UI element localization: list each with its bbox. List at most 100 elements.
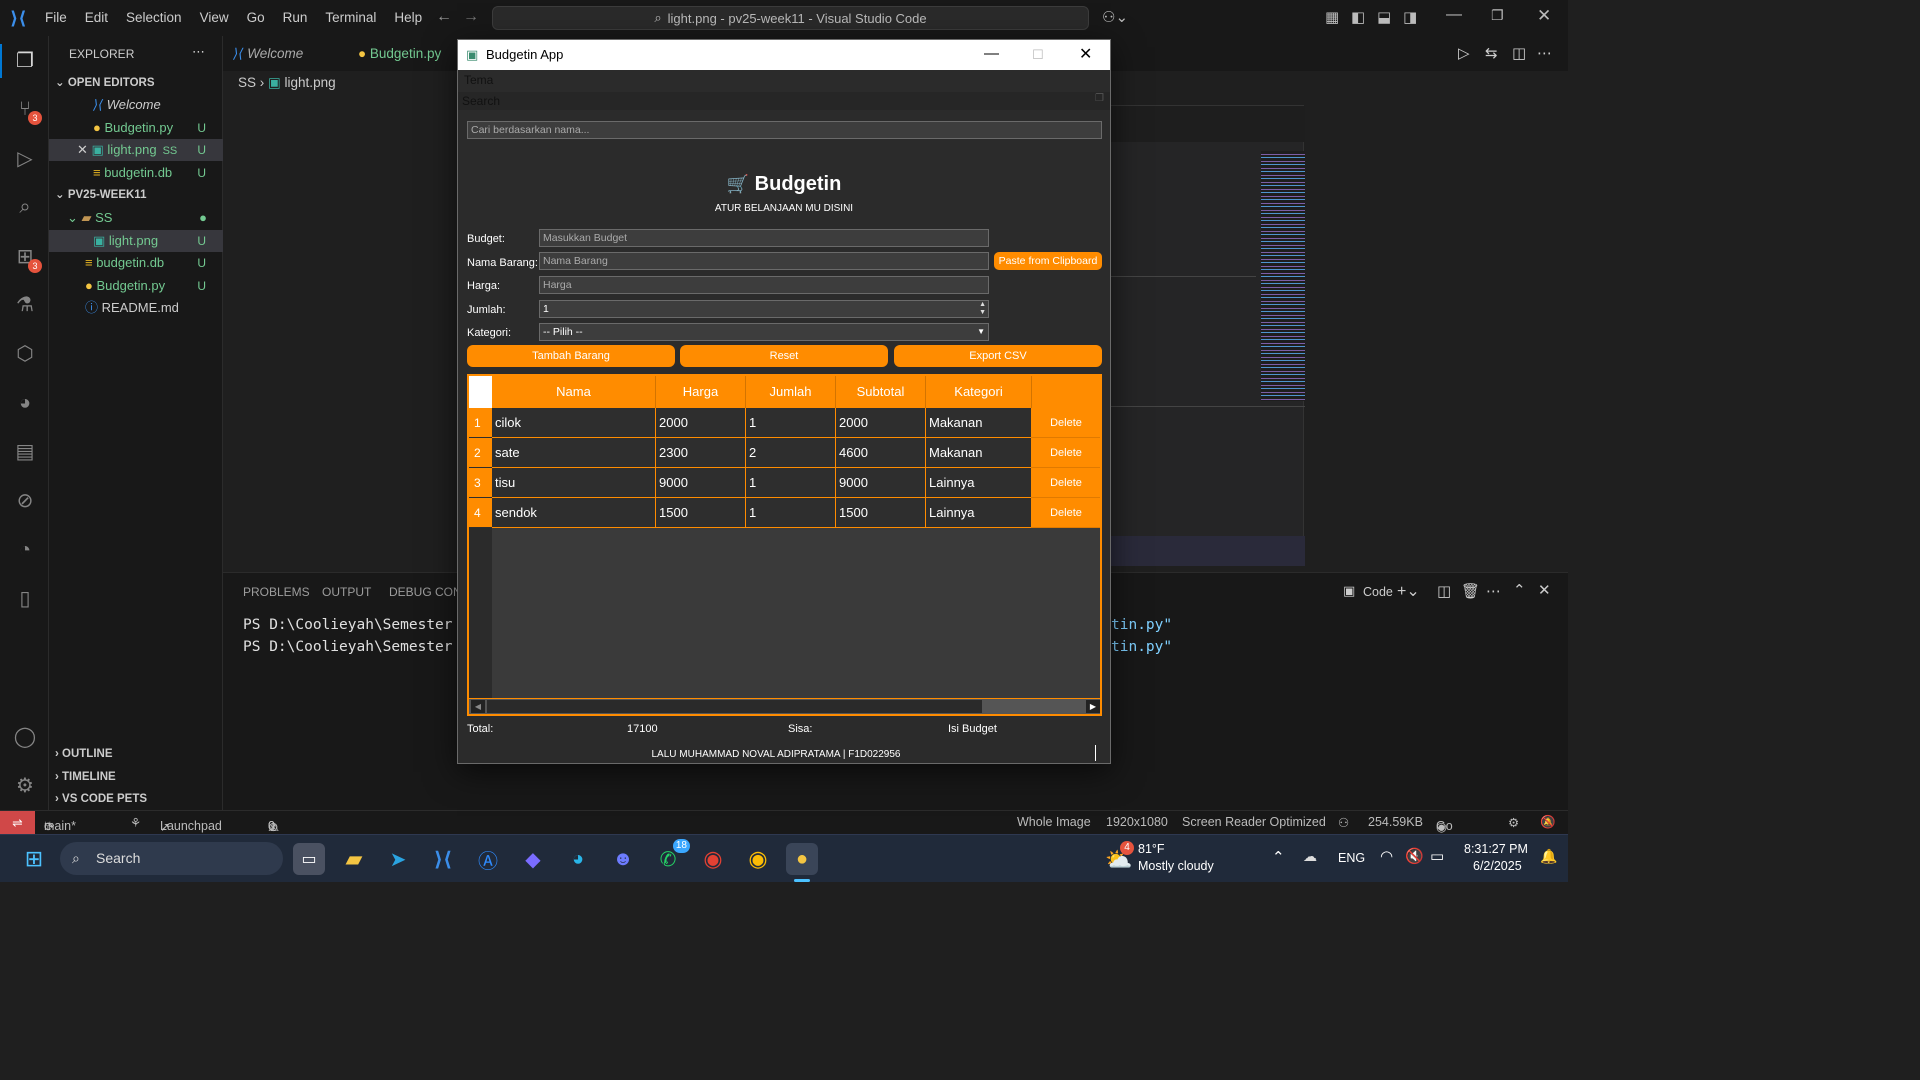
undock-icon[interactable]: ❐ [1095, 93, 1104, 104]
whatsapp-icon[interactable]: ✆ 18 [652, 839, 690, 875]
app-close-icon[interactable]: ✕ [1079, 40, 1092, 70]
run-file-icon[interactable]: ▷ [1458, 44, 1470, 62]
containers-icon[interactable]: ⬡ [12, 341, 38, 367]
copilot-icon[interactable]: ⚇⌄ [1102, 8, 1128, 26]
cell-kategori[interactable]: Lainnya [926, 498, 1032, 528]
file-explorer-blank-icon[interactable]: ▭ [293, 843, 325, 875]
cell-nama[interactable]: sendok [492, 498, 656, 528]
cell-subtotal[interactable]: 2000 [836, 408, 926, 438]
cell-nama[interactable]: sate [492, 438, 656, 468]
open-editors-section[interactable]: ⌄ OPEN EDITORS [49, 72, 223, 94]
weather-desc[interactable]: Mostly cloudy [1138, 859, 1214, 873]
cell-nama[interactable]: cilok [492, 408, 656, 438]
cell-jumlah[interactable]: 1 [746, 408, 836, 438]
app-minimize-icon[interactable]: — [984, 39, 999, 69]
tree-readme[interactable]: ⓘ README.md [49, 297, 223, 319]
row-header[interactable]: 3 [469, 468, 492, 498]
back-arrow-icon[interactable]: ← [436, 8, 452, 26]
accounts-icon[interactable]: ◯ [12, 724, 38, 750]
cell-subtotal[interactable]: 1500 [836, 498, 926, 528]
scroll-left-icon[interactable]: ◀ [471, 700, 485, 713]
discord-icon[interactable]: ☻ [607, 843, 639, 875]
spin-arrows-icon[interactable]: ▲ ▼ [979, 301, 986, 317]
outline-section[interactable]: › OUTLINE [49, 743, 223, 765]
tree-budgetin-db[interactable]: ≡ budgetin.db U [49, 252, 223, 274]
cell-subtotal[interactable]: 4600 [836, 438, 926, 468]
tree-folder-ss[interactable]: ⌄ ▰ SS ● [49, 207, 223, 229]
clock-date[interactable]: 6/2/2025 [1473, 859, 1522, 873]
tray-chevron-up-icon[interactable]: ⌃ [1272, 848, 1285, 866]
delete-button[interactable]: Delete [1031, 408, 1100, 438]
cell-subtotal[interactable]: 9000 [836, 468, 926, 498]
app-store-icon[interactable]: Ⓐ [472, 843, 504, 875]
header-subtotal[interactable]: Subtotal [836, 376, 926, 408]
kill-terminal-icon[interactable]: 🗑 [1461, 582, 1480, 600]
delete-button[interactable]: Delete [1031, 498, 1100, 528]
remote-indicator[interactable]: ⇌ [0, 811, 35, 835]
layout-customize-icon[interactable]: ▦ [1325, 8, 1339, 26]
restore-icon[interactable]: ❐ [1491, 7, 1504, 24]
size-grip[interactable] [1095, 745, 1096, 761]
git-graph-icon[interactable]: ⊘ [12, 488, 38, 514]
book-icon[interactable]: ▯ [12, 586, 38, 612]
jumlah-spinbox[interactable]: 1 ▲ ▼ [539, 300, 989, 318]
close-editor-icon[interactable]: ✕ [77, 142, 92, 157]
menu-selection[interactable]: Selection [126, 10, 182, 25]
edge-icon[interactable]: ◕ [562, 843, 594, 875]
cell-nama[interactable]: tisu [492, 468, 656, 498]
harga-input[interactable]: Harga [539, 276, 989, 294]
minimize-icon[interactable]: — [1446, 6, 1462, 24]
delete-button[interactable]: Delete [1031, 468, 1100, 498]
cell-kategori[interactable]: Lainnya [926, 468, 1032, 498]
pets-section[interactable]: › VS CODE PETS [49, 788, 223, 810]
workspace-section[interactable]: ⌄ PV25-WEEK11 [49, 184, 223, 206]
cell-harga[interactable]: 1500 [656, 498, 746, 528]
telegram-icon[interactable]: ➤ [382, 843, 414, 875]
paste-clipboard-button[interactable]: Paste from Clipboard [994, 252, 1102, 270]
search-input[interactable]: Cari berdasarkan nama... [467, 121, 1102, 139]
folder-app-icon[interactable]: ▰ [338, 843, 370, 875]
clock-time[interactable]: 8:31:27 PM [1464, 842, 1528, 856]
header-kategori[interactable]: Kategori [926, 376, 1032, 408]
menu-file[interactable]: File [45, 10, 67, 25]
header-action[interactable] [1032, 376, 1100, 408]
scrollbar-thumb[interactable] [487, 700, 982, 713]
vscode-taskbar-icon[interactable]: ⟩⟨ [427, 843, 459, 875]
maximize-panel-icon[interactable]: ⌃ [1513, 581, 1526, 599]
weather-temp[interactable]: 81°F [1138, 842, 1165, 856]
close-panel-icon[interactable]: ✕ [1538, 581, 1551, 599]
notifications-bell-icon[interactable]: 🔕 [1540, 815, 1556, 830]
command-center[interactable]: ⌕ light.png - pv25-week11 - Visual Studi… [492, 6, 1089, 30]
tree-budgetin-py[interactable]: ● Budgetin.py U [49, 275, 223, 297]
cell-harga[interactable]: 2300 [656, 438, 746, 468]
header-jumlah[interactable]: Jumlah [746, 376, 836, 408]
cell-jumlah[interactable]: 1 [746, 498, 836, 528]
menu-edit[interactable]: Edit [85, 10, 108, 25]
battery-icon[interactable]: ▭ [1430, 847, 1444, 865]
open-editor-budgetin-db[interactable]: ≡ budgetin.db U [49, 162, 223, 184]
more-actions-icon[interactable]: ⋯ [1537, 44, 1552, 62]
tambah-barang-button[interactable]: Tambah Barang [467, 345, 675, 367]
forward-arrow-icon[interactable]: → [463, 8, 479, 26]
split-editor-icon[interactable]: ◫ [1512, 44, 1526, 62]
horizontal-scrollbar[interactable]: ◀ ▶ [469, 698, 1100, 714]
source-control-icon[interactable]: ⑂ 3 [12, 96, 42, 125]
cell-jumlah[interactable]: 2 [746, 438, 836, 468]
tree-light-png[interactable]: ▣ light.png U [49, 230, 223, 252]
settings-gear-icon[interactable]: ⚙ [12, 773, 38, 799]
toggle-secondary-icon[interactable]: ◨ [1403, 8, 1417, 26]
menu-run[interactable]: Run [283, 10, 308, 25]
tray-app-icon[interactable]: ☁ [1303, 848, 1317, 865]
header-harga[interactable]: Harga [656, 376, 746, 408]
cell-kategori[interactable]: Makanan [926, 438, 1032, 468]
table-corner[interactable] [469, 376, 492, 408]
row-header[interactable]: 2 [469, 438, 492, 468]
menu-go[interactable]: Go [247, 10, 265, 25]
row-header[interactable]: 4 [469, 498, 492, 528]
tab-problems[interactable]: PROBLEMS [243, 585, 310, 599]
chrome-canary-icon[interactable]: ◉ [742, 843, 774, 875]
python-taskbar-icon[interactable]: ● [786, 843, 818, 875]
screen-reader-status[interactable]: Screen Reader Optimized [1182, 815, 1326, 829]
close-icon[interactable]: ✕ [1537, 6, 1551, 26]
tab-welcome[interactable]: ⟩⟨ Welcome [223, 36, 348, 71]
